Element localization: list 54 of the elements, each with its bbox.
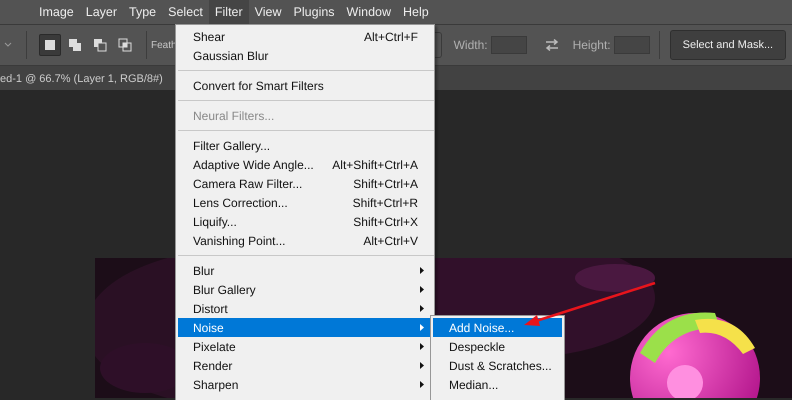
- menu-item[interactable]: Filter: [208, 0, 249, 24]
- submenu-arrow-icon: [420, 324, 424, 331]
- height-field[interactable]: [614, 36, 650, 54]
- menu-item[interactable]: Despeckle: [433, 337, 562, 356]
- height-label: Height:: [572, 37, 611, 54]
- menu-item[interactable]: Layer: [80, 0, 124, 24]
- caret-icon[interactable]: [4, 42, 12, 48]
- menu-item[interactable]: Dust & Scratches...: [433, 356, 562, 375]
- shortcut-label: Shift+Ctrl+X: [353, 214, 418, 230]
- shortcut-label: Shift+Ctrl+R: [352, 194, 418, 212]
- submenu-arrow-icon: [420, 381, 424, 388]
- shortcut-label: Alt+Ctrl+V: [363, 232, 418, 250]
- menu-item[interactable]: Type: [123, 0, 162, 24]
- menu-item[interactable]: Select: [162, 0, 209, 24]
- menu-item[interactable]: View: [248, 0, 288, 24]
- swap-icon[interactable]: [544, 39, 559, 51]
- submenu-arrow-icon: [420, 305, 424, 312]
- select-and-mask-button[interactable]: Select and Mask...: [670, 30, 786, 60]
- menu-item[interactable]: Blur Gallery: [178, 280, 434, 299]
- selection-mode-icon: [117, 37, 133, 53]
- menu-item[interactable]: Camera Raw Filter... Shift+Ctrl+A: [178, 174, 434, 193]
- menu-item[interactable]: Lens Correction... Shift+Ctrl+R: [178, 193, 434, 212]
- menu-item[interactable]: Render: [178, 356, 434, 375]
- selection-mode-button[interactable]: [39, 34, 61, 56]
- menu-item[interactable]: Vanishing Point... Alt+Ctrl+V: [178, 231, 434, 250]
- menu-item[interactable]: Sharpen: [178, 375, 434, 394]
- selection-mode-icon: [67, 37, 83, 53]
- submenu-arrow-icon: [420, 267, 424, 274]
- document-tab[interactable]: ed-1 @ 66.7% (Layer 1, RGB/8#): [0, 73, 163, 85]
- menu-item[interactable]: Shear Alt+Ctrl+F: [178, 27, 434, 46]
- submenu-arrow-icon: [420, 362, 424, 369]
- submenu-arrow-icon: [420, 286, 424, 293]
- menu-item[interactable]: Adaptive Wide Angle... Alt+Shift+Ctrl+A: [178, 155, 434, 174]
- menu-item[interactable]: Gaussian Blur: [178, 46, 434, 65]
- menu-item[interactable]: Blur: [178, 261, 434, 280]
- width-field[interactable]: [490, 36, 527, 54]
- shortcut-label: Alt+Shift+Ctrl+A: [332, 156, 418, 174]
- menu-item[interactable]: Plugins: [288, 0, 341, 24]
- width-label: Width:: [454, 37, 488, 54]
- menu-item[interactable]: Distort: [178, 299, 434, 318]
- shortcut-label: Alt+Ctrl+F: [364, 28, 418, 46]
- selection-mode-icon: [92, 37, 108, 53]
- selection-mode-icon: [42, 37, 58, 53]
- menu-item[interactable]: Filter Gallery...: [178, 136, 434, 155]
- menu-item[interactable]: Pixelate: [178, 337, 434, 356]
- menu-item[interactable]: Liquify... Shift+Ctrl+X: [178, 212, 434, 231]
- menu-item[interactable]: Median...: [433, 375, 562, 394]
- shortcut-label: Shift+Ctrl+A: [353, 176, 418, 192]
- menu-item[interactable]: Window: [340, 0, 398, 24]
- menu-item[interactable]: Add Noise...: [433, 318, 562, 337]
- submenu-arrow-icon: [420, 343, 424, 350]
- menu-item[interactable]: Image: [33, 0, 80, 24]
- menu-item[interactable]: Convert for Smart Filters: [178, 76, 434, 95]
- menu-item[interactable]: Help: [397, 0, 435, 24]
